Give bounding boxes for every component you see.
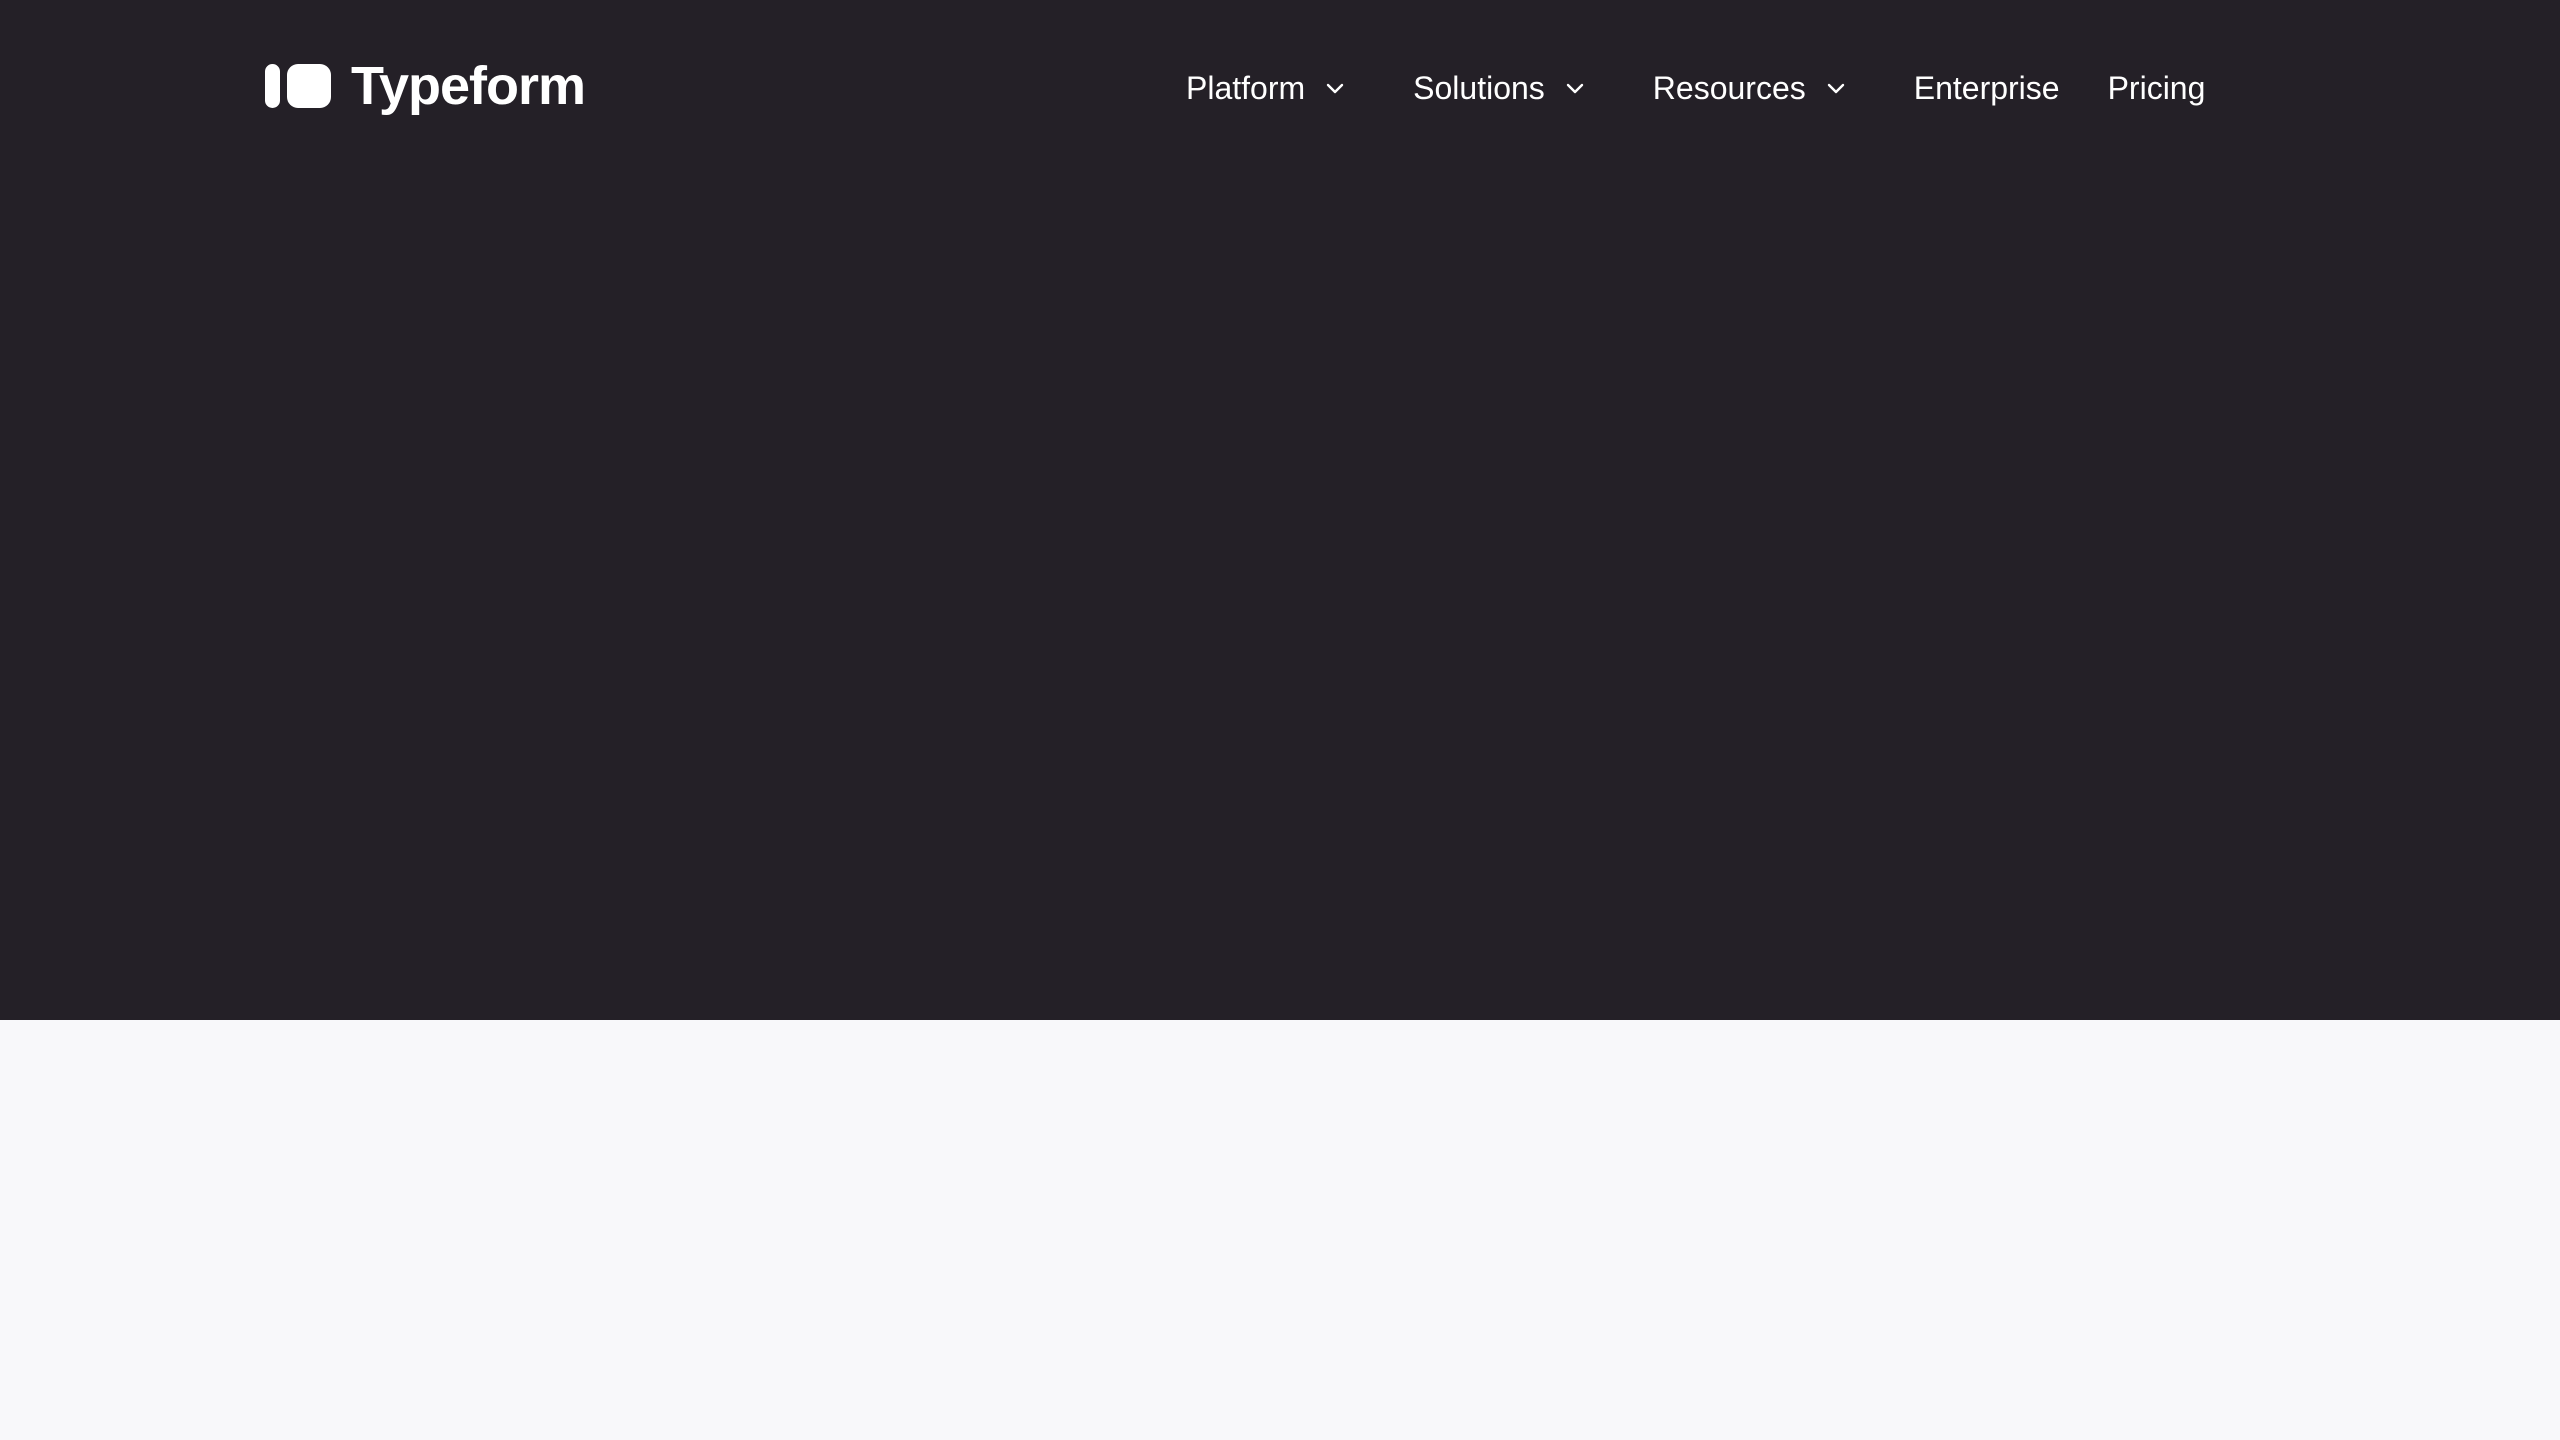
hero-section: Typeform Platform Solutions Resources En… bbox=[0, 0, 2560, 1020]
site-header: Typeform Platform Solutions Resources En… bbox=[0, 0, 2560, 176]
nav-item-label: Solutions bbox=[1413, 70, 1545, 106]
nav-item-platform[interactable]: Platform bbox=[1186, 64, 1347, 112]
nav-item-label: Enterprise bbox=[1913, 70, 2060, 106]
typeform-logo-icon bbox=[265, 64, 331, 108]
nav-item-label: Pricing bbox=[2107, 70, 2206, 106]
nav-item-solutions[interactable]: Solutions bbox=[1413, 64, 1587, 112]
chevron-down-icon bbox=[1563, 76, 1587, 100]
typeform-logo-link[interactable]: Typeform bbox=[265, 56, 586, 116]
chevron-down-icon bbox=[1824, 76, 1848, 100]
main-nav: Platform Solutions Resources Enterprise bbox=[1186, 64, 2205, 112]
chevron-down-icon bbox=[1323, 76, 1347, 100]
nav-item-enterprise[interactable]: Enterprise bbox=[1914, 64, 2060, 112]
nav-item-label: Resources bbox=[1652, 70, 1806, 106]
nav-item-label: Platform bbox=[1186, 70, 1306, 106]
nav-item-pricing[interactable]: Pricing bbox=[2108, 64, 2206, 112]
nav-item-resources[interactable]: Resources bbox=[1653, 64, 1848, 112]
brand-name: Typeform bbox=[351, 56, 586, 116]
content-section bbox=[0, 1020, 2560, 1440]
